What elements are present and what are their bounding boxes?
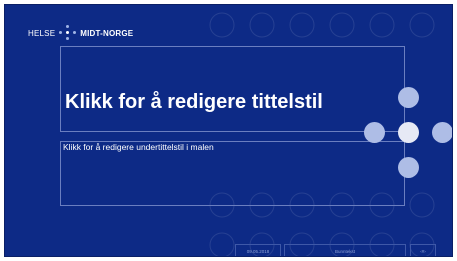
slide-subtitle[interactable]: Klikk for å redigere undertittelstil i m…: [63, 142, 214, 152]
brand-helse: HELSE: [28, 28, 56, 38]
decor-circle-center: [398, 122, 419, 143]
decor-circle-top: [398, 87, 419, 108]
slide-title[interactable]: Klikk for å redigere tittelstil: [65, 91, 323, 114]
slide-canvas: HELSE MIDT-NORGE Klikk for å redigere ti…: [4, 4, 453, 257]
brand-logo: HELSE MIDT-NORGE: [28, 25, 133, 41]
brand-midt-norge: MIDT-NORGE: [80, 28, 134, 38]
decor-circle-right: [432, 122, 452, 143]
footer-slide-number[interactable]: ‹#›: [410, 244, 436, 256]
decor-circle-left: [364, 122, 385, 143]
decor-circle-bottom: [398, 157, 419, 178]
logo-dots-icon: [59, 25, 77, 41]
title-placeholder[interactable]: [60, 46, 405, 132]
footer-date[interactable]: 09.05.2018: [235, 244, 281, 256]
footer-text[interactable]: Bunntekst: [284, 244, 406, 256]
